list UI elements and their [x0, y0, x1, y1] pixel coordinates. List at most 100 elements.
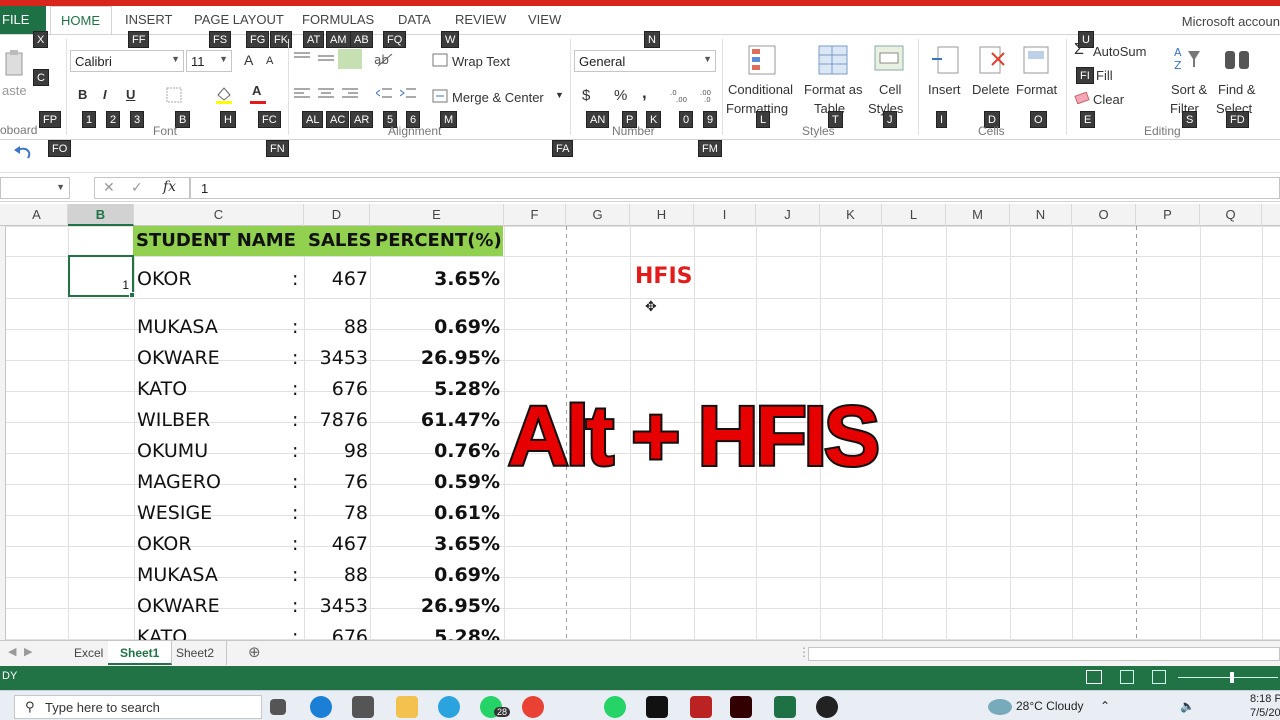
separator-cell[interactable]: : [292, 264, 298, 294]
percent-cell[interactable]: 0.59% [370, 467, 500, 497]
format-cells-label[interactable]: Format [1016, 82, 1057, 97]
wrap-text-button[interactable]: Wrap Text [452, 54, 510, 69]
sort-filter-label[interactable]: Sort & [1171, 82, 1207, 97]
tab-review[interactable]: REVIEW [455, 12, 506, 27]
page-layout-view-icon[interactable] [1120, 670, 1134, 684]
page-break-view-icon[interactable] [1152, 670, 1166, 684]
insert-cells-label[interactable]: Insert [928, 82, 961, 97]
column-header-a[interactable]: A [6, 204, 68, 226]
percent-cell[interactable]: 61.47% [370, 405, 500, 435]
fill-color-icon[interactable] [214, 85, 234, 110]
percent-style-button[interactable]: % [614, 87, 627, 104]
illustrator-icon[interactable] [730, 696, 752, 718]
tab-formulas[interactable]: FORMULAS [302, 12, 374, 27]
align-bottom-button[interactable] [338, 49, 362, 69]
sheet-tab-sheet2[interactable]: Sheet2 [164, 641, 228, 665]
column-header-i[interactable]: I [694, 204, 756, 226]
column-header-h[interactable]: H [630, 204, 694, 226]
separator-cell[interactable]: : [292, 560, 298, 590]
clock-time[interactable]: 8:18 P [1250, 693, 1280, 705]
column-header-m[interactable]: M [946, 204, 1010, 226]
font-color-icon[interactable]: A [252, 83, 261, 98]
accounting-format-button[interactable]: $ [582, 87, 590, 104]
percent-cell[interactable]: 5.28% [370, 374, 500, 404]
student-name-cell[interactable]: OKUMU [137, 436, 208, 466]
column-header-c[interactable]: C [134, 204, 304, 226]
selected-cell[interactable]: 1 [68, 255, 134, 297]
borders-icon[interactable] [166, 87, 182, 108]
comma-style-button[interactable]: , [642, 83, 647, 103]
app-icon[interactable] [690, 696, 712, 718]
wrap-text-icon[interactable] [432, 53, 448, 72]
sales-cell[interactable]: 7876 [304, 405, 368, 435]
student-name-cell[interactable]: WILBER [137, 405, 210, 435]
separator-cell[interactable]: : [292, 622, 298, 640]
tab-file[interactable]: FILE [0, 6, 46, 34]
conditional-formatting-label[interactable]: Conditional [728, 82, 793, 97]
tab-home[interactable]: HOME [50, 6, 112, 34]
sales-cell[interactable]: 98 [304, 436, 368, 466]
chrome-icon[interactable] [522, 696, 544, 718]
percent-cell[interactable]: 3.65% [370, 529, 500, 559]
underline-button[interactable]: U [126, 87, 135, 102]
delete-cells-label[interactable]: Delete [972, 82, 1010, 97]
telegram-icon[interactable] [438, 696, 460, 718]
font-size-combo[interactable]: 11 ▼ [186, 50, 232, 72]
whatsapp-desktop-icon[interactable] [604, 696, 626, 718]
italic-button[interactable]: I [103, 87, 107, 102]
column-header-n[interactable]: N [1010, 204, 1072, 226]
number-format-combo[interactable]: General ▼ [574, 50, 716, 72]
separator-cell[interactable]: : [292, 436, 298, 466]
decrease-decimal-icon[interactable]: .00.0 [698, 87, 716, 108]
normal-view-icon[interactable] [1086, 670, 1102, 684]
student-name-cell[interactable]: MAGERO [137, 467, 221, 497]
undo-icon[interactable] [12, 144, 36, 167]
header-student-name[interactable]: STUDENT NAME [136, 226, 296, 256]
weather-text[interactable]: 28°C Cloudy [1016, 699, 1084, 713]
tab-data[interactable]: DATA [398, 12, 431, 27]
sales-cell[interactable]: 467 [304, 529, 368, 559]
sales-cell[interactable]: 676 [304, 622, 368, 640]
cell-label[interactable]: Cell [879, 82, 901, 97]
format-cells-icon[interactable] [1022, 45, 1052, 82]
enter-icon[interactable]: ✓ [131, 179, 143, 196]
paste-label[interactable]: aste [2, 83, 27, 98]
bold-button[interactable]: B [78, 87, 87, 102]
separator-cell[interactable]: : [292, 343, 298, 373]
tab-page-layout[interactable]: PAGE LAYOUT [194, 12, 284, 27]
autosum-button[interactable]: AutoSum [1093, 44, 1146, 59]
header-percent[interactable]: PERCENT(%) [375, 226, 502, 256]
excel-taskbar-icon[interactable] [774, 696, 796, 718]
sales-cell[interactable]: 3453 [304, 343, 368, 373]
align-right-icon[interactable] [342, 87, 358, 106]
column-header-f[interactable]: F [504, 204, 566, 226]
align-center-icon[interactable] [318, 87, 334, 106]
taskbar-search[interactable]: ⚲ Type here to search [14, 695, 262, 719]
file-explorer-icon[interactable] [396, 696, 418, 718]
percent-cell[interactable]: 0.69% [370, 560, 500, 590]
student-name-cell[interactable]: WESIGE [137, 498, 212, 528]
cancel-icon[interactable]: ✕ [103, 179, 115, 196]
clear-button[interactable]: Clear [1093, 92, 1124, 107]
column-header-d[interactable]: D [304, 204, 370, 226]
student-name-cell[interactable]: KATO [137, 374, 187, 404]
percent-cell[interactable]: 3.65% [370, 264, 500, 294]
align-left-icon[interactable] [294, 87, 310, 106]
column-header-o[interactable]: O [1072, 204, 1136, 226]
zoom-thumb[interactable] [1230, 672, 1234, 683]
find-select-label[interactable]: Find & [1218, 82, 1256, 97]
sales-cell[interactable]: 88 [304, 560, 368, 590]
sales-cell[interactable]: 88 [304, 312, 368, 342]
record-icon[interactable] [816, 696, 838, 718]
sort-filter-icon[interactable]: AZ [1174, 45, 1204, 78]
separator-cell[interactable]: : [292, 405, 298, 435]
student-name-cell[interactable]: MUKASA [137, 312, 218, 342]
column-header-q[interactable]: Q [1200, 204, 1262, 226]
insert-cells-icon[interactable] [930, 45, 960, 82]
zoom-slider[interactable] [1178, 677, 1278, 678]
worksheet-grid[interactable]: STUDENT NAME SALES PERCENT(%) OKOR:467 3.… [0, 226, 1280, 640]
sales-cell[interactable]: 76 [304, 467, 368, 497]
column-header-p[interactable]: P [1136, 204, 1200, 226]
name-box[interactable]: ▼ [0, 177, 70, 199]
tray-up-icon[interactable]: ⌃ [1100, 699, 1110, 713]
